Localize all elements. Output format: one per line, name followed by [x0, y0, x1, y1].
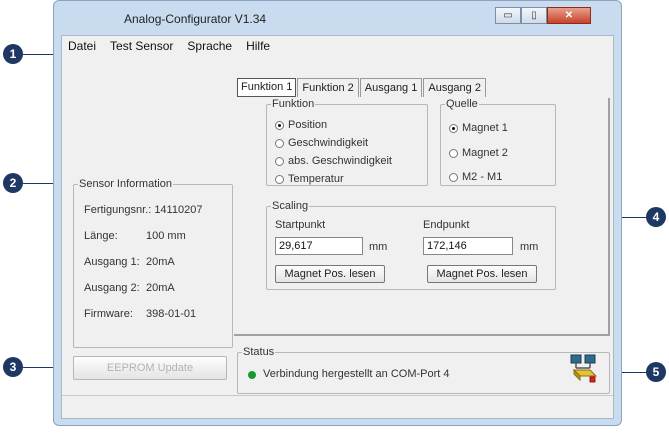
scaling-legend: Scaling [272, 200, 309, 212]
tab-ausgang-2[interactable]: Ausgang 2 [423, 78, 486, 97]
quelle-group: Quelle Magnet 1 Magnet 2 M2 - M1 [440, 98, 556, 186]
laenge-label: Länge: [84, 230, 118, 242]
window-status-bar [62, 395, 613, 418]
fertigungsnr-text: Fertigungsnr.: 14110207 [84, 204, 203, 216]
callout-4: 4 [646, 207, 666, 227]
menu-datei[interactable]: Datei [68, 39, 96, 53]
startpunkt-label: Startpunkt [275, 219, 326, 231]
client-area: Datei Test Sensor Sprache Hilfe Funktion… [61, 35, 614, 419]
start-magnet-pos-lesen-button[interactable]: Magnet Pos. lesen [275, 265, 385, 283]
radio-label: Magnet 2 [462, 147, 508, 159]
funktion-group: Funktion Position Geschwindigkeit abs. G… [266, 98, 428, 186]
end-magnet-pos-lesen-button[interactable]: Magnet Pos. lesen [427, 265, 537, 283]
menu-test-sensor[interactable]: Test Sensor [110, 39, 173, 53]
radio-label: abs. Geschwindigkeit [288, 155, 392, 167]
tab-strip: Funktion 1 Funktion 2 Ausgang 1 Ausgang … [237, 78, 487, 97]
firmware-label: Firmware: [84, 308, 133, 320]
startpunkt-input[interactable]: 29,617 [275, 237, 363, 255]
tab-funktion-2[interactable]: Funktion 2 [297, 78, 359, 97]
menu-sprache[interactable]: Sprache [187, 39, 232, 53]
sensor-info-legend: Sensor Information [79, 178, 172, 190]
callout-3: 3 [3, 357, 23, 377]
laenge-value: 100 mm [146, 230, 186, 242]
sensor-info-group: Sensor Information Fertigungsnr.: 141102… [73, 178, 233, 348]
ausgang1-value: 20mA [146, 256, 175, 268]
eeprom-update-button[interactable]: EEPROM Update [73, 356, 227, 380]
endpunkt-input[interactable]: 172,146 [423, 237, 513, 255]
status-group: Status Verbindung hergestellt an COM-Por… [237, 346, 610, 394]
endpunkt-unit: mm [520, 241, 539, 253]
menu-hilfe[interactable]: Hilfe [246, 39, 270, 53]
radio-icon [275, 156, 284, 166]
status-legend: Status [243, 346, 275, 358]
radio-magnet-1[interactable]: Magnet 1 [449, 122, 508, 134]
callout-2: 2 [3, 173, 23, 193]
ausgang2-label: Ausgang 2: [84, 282, 140, 294]
minimize-button[interactable]: ▭ [495, 7, 521, 24]
funktion-legend: Funktion [272, 98, 315, 110]
radio-temperatur[interactable]: Temperatur [275, 173, 344, 185]
screenshot-canvas: { "window": {"title": "Analog-Configurat… [0, 0, 669, 434]
radio-geschwindigkeit[interactable]: Geschwindigkeit [275, 137, 368, 149]
radio-position[interactable]: Position [275, 119, 327, 131]
network-computers-icon [570, 354, 598, 389]
ausgang1-label: Ausgang 1: [84, 256, 140, 268]
radio-selected-icon [275, 120, 284, 130]
radio-selected-icon [449, 123, 458, 133]
callout-5: 5 [646, 362, 666, 382]
radio-label: Position [288, 119, 328, 131]
radio-label: Temperatur [288, 173, 344, 185]
window-title: Analog-Configurator V1.34 [124, 12, 267, 26]
radio-icon [449, 148, 458, 158]
scaling-group: Scaling Startpunkt 29,617 mm Magnet Pos.… [266, 200, 556, 290]
close-button[interactable]: ✕ [547, 7, 591, 24]
maximize-button[interactable]: ▯ [521, 7, 547, 24]
tab-funktion-1[interactable]: Funktion 1 [237, 78, 297, 97]
radio-icon [449, 172, 458, 182]
endpunkt-label: Endpunkt [423, 219, 470, 231]
title-bar: Analog-Configurator V1.34 ▭ ▯ ✕ [54, 1, 621, 35]
quelle-legend: Quelle [446, 98, 478, 110]
ausgang2-value: 20mA [146, 282, 175, 294]
startpunkt-unit: mm [369, 241, 388, 253]
firmware-value: 398-01-01 [146, 308, 197, 320]
radio-icon [275, 174, 284, 184]
callout-1: 1 [3, 44, 23, 64]
radio-m2-m1[interactable]: M2 - M1 [449, 171, 502, 183]
radio-label: Magnet 1 [462, 122, 508, 134]
tab-ausgang-1[interactable]: Ausgang 1 [359, 78, 423, 97]
status-indicator [248, 371, 256, 379]
radio-icon [275, 138, 284, 148]
radio-label: M2 - M1 [462, 171, 503, 183]
menu-bar: Datei Test Sensor Sprache Hilfe [62, 36, 613, 56]
radio-label: Geschwindigkeit [288, 137, 369, 149]
radio-abs-geschwindigkeit[interactable]: abs. Geschwindigkeit [275, 155, 392, 167]
app-window: Analog-Configurator V1.34 ▭ ▯ ✕ Datei Te… [53, 0, 622, 426]
radio-magnet-2[interactable]: Magnet 2 [449, 147, 508, 159]
tab-panel: Funktion Position Geschwindigkeit abs. G… [234, 98, 610, 336]
status-text: Verbindung hergestellt an COM-Port 4 [263, 368, 450, 380]
